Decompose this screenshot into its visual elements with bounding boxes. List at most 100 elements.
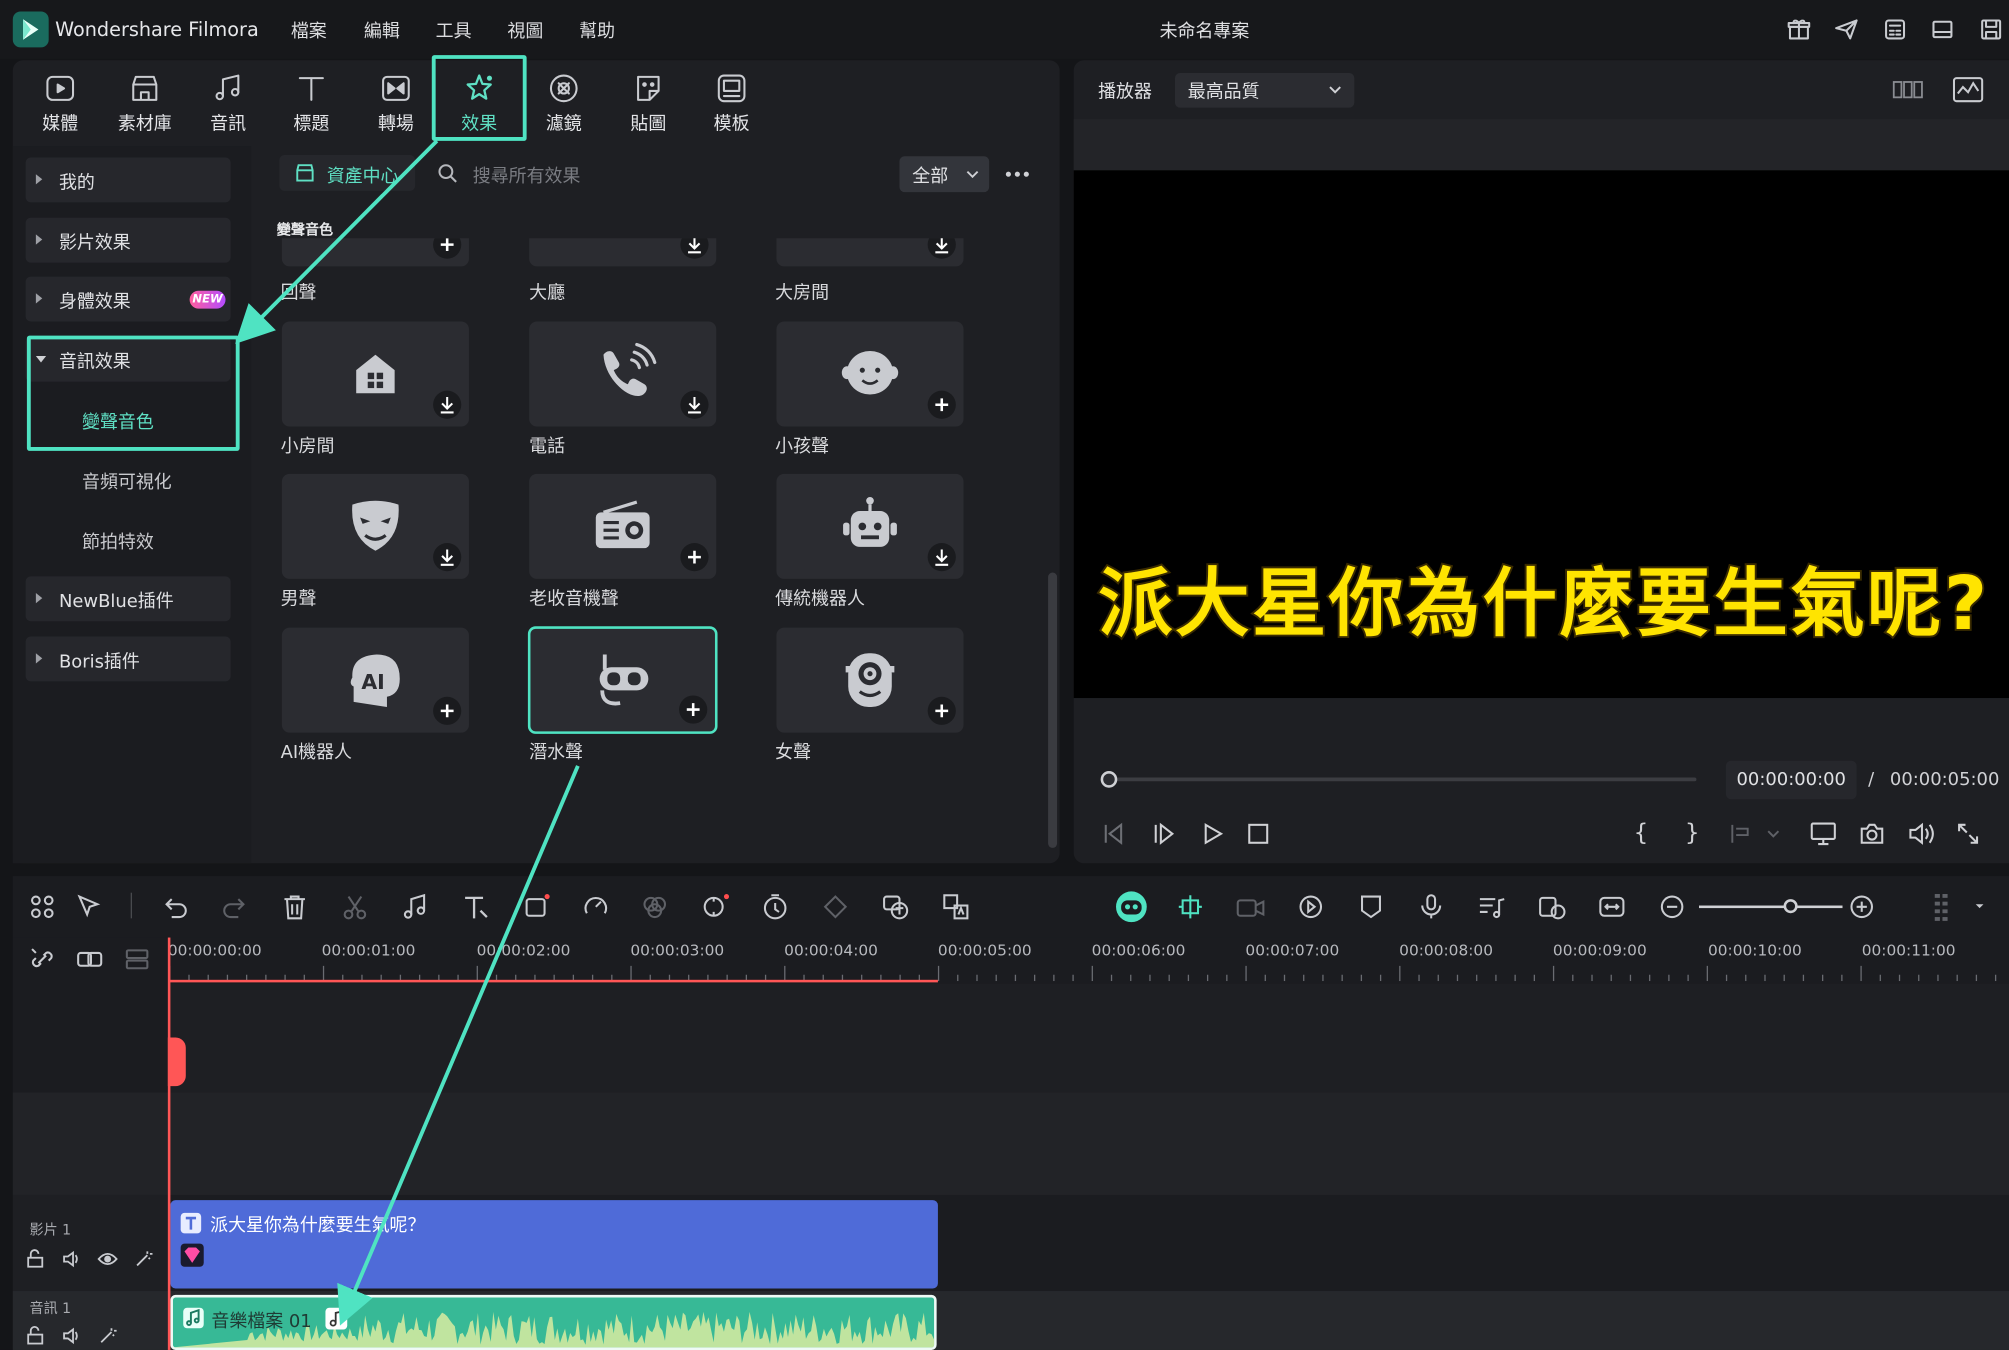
sidebar-sub-audio-visualizer[interactable]: 音頻可視化 (82, 469, 172, 495)
library-scrollbar[interactable] (1048, 572, 1058, 848)
scissors-icon[interactable] (341, 893, 369, 921)
search-input[interactable]: 搜尋所有效果 (473, 163, 581, 189)
menu-tools[interactable]: 工具 (436, 18, 472, 44)
auto-caption-icon[interactable] (882, 893, 910, 921)
audio-edit-icon[interactable] (401, 893, 429, 921)
effect-card-male[interactable] (281, 473, 469, 579)
tab-templates[interactable]: 模板 (696, 64, 768, 138)
sidebar-item-video-effects[interactable]: 影片效果 (25, 217, 231, 263)
display-settings-icon[interactable] (1809, 821, 1837, 847)
effect-card-phone[interactable] (529, 321, 717, 427)
prev-frame-icon[interactable] (1101, 821, 1127, 847)
redo-icon[interactable] (220, 893, 248, 921)
marker-shield-icon[interactable] (1357, 893, 1385, 921)
send-feedback-icon[interactable] (1834, 17, 1860, 43)
effect-card-old-radio[interactable] (529, 473, 717, 579)
more-grid-icon[interactable] (1932, 891, 1986, 922)
add-icon[interactable] (680, 543, 709, 572)
timer-icon[interactable] (761, 893, 789, 921)
asset-center-button[interactable]: 資產中心 (279, 154, 416, 191)
layout-icon[interactable] (1930, 17, 1956, 43)
ai-robot-assistant-icon[interactable] (1115, 890, 1148, 923)
add-icon[interactable] (927, 390, 956, 419)
add-icon[interactable] (433, 238, 462, 259)
link-clips-icon[interactable] (76, 945, 104, 973)
track-manage-icon[interactable] (123, 945, 151, 973)
quality-dropdown[interactable]: 最高品質 (1174, 73, 1355, 108)
volume-icon[interactable] (1907, 821, 1935, 847)
fit-timeline-icon[interactable] (1598, 893, 1626, 921)
effect-card-classic-robot[interactable] (776, 473, 964, 579)
save-icon[interactable] (1978, 17, 2004, 43)
zoom-in-icon[interactable] (1848, 893, 1876, 921)
download-icon[interactable] (680, 238, 709, 259)
playhead-handle[interactable] (167, 1037, 186, 1087)
insert-clip-icon[interactable] (1730, 822, 1781, 845)
sidebar-sub-beat-effects[interactable]: 節拍特效 (82, 529, 154, 555)
speed-icon[interactable] (582, 893, 610, 921)
tab-media[interactable]: 媒體 (24, 64, 96, 138)
menu-help[interactable]: 幫助 (579, 18, 615, 44)
tab-transitions[interactable]: 轉場 (360, 64, 432, 138)
download-icon[interactable] (433, 543, 462, 572)
crop-icon[interactable] (523, 893, 551, 921)
mark-out-icon[interactable]: } (1685, 820, 1700, 847)
add-icon[interactable] (927, 696, 956, 725)
calculator-icon[interactable] (1882, 17, 1908, 43)
current-timecode[interactable]: 00:00:00:00 (1725, 760, 1857, 800)
download-icon[interactable] (433, 390, 462, 419)
download-icon[interactable] (680, 390, 709, 419)
undo-icon[interactable] (161, 893, 189, 921)
effect-card-child[interactable] (776, 321, 964, 427)
eye-icon[interactable] (97, 1249, 118, 1269)
add-camera-track-icon[interactable] (1235, 893, 1266, 921)
delete-trash-icon[interactable] (281, 893, 309, 921)
gift-icon[interactable] (1786, 17, 1812, 43)
audio-mixer-icon[interactable] (1477, 893, 1505, 921)
speaker-icon[interactable] (62, 1249, 83, 1269)
grid-view-icon[interactable] (1892, 78, 1923, 101)
effect-card-echo[interactable] (281, 238, 469, 267)
tab-stock[interactable]: 素材庫 (109, 64, 181, 138)
sidebar-item-boris[interactable]: Boris插件 (25, 636, 231, 682)
playhead[interactable] (167, 937, 171, 1350)
sidebar-item-newblue[interactable]: NewBlue插件 (25, 576, 231, 622)
seek-bar[interactable] (1107, 777, 1697, 782)
zoom-slider-knob[interactable] (1783, 899, 1798, 914)
tab-filters[interactable]: 濾鏡 (528, 64, 600, 138)
tab-audio[interactable]: 音訊 (192, 64, 264, 138)
download-icon[interactable] (927, 238, 956, 259)
download-icon[interactable] (927, 543, 956, 572)
lock-icon[interactable] (26, 1249, 47, 1269)
effect-card-ai-robot[interactable]: AI (281, 627, 469, 733)
snap-magnet-icon[interactable] (1176, 893, 1204, 921)
select-pointer-icon[interactable] (76, 893, 104, 921)
mark-in-icon[interactable]: { (1634, 820, 1649, 847)
sidebar-item-mine[interactable]: 我的 (25, 157, 231, 203)
ai-tool-icon[interactable] (701, 893, 730, 921)
fullscreen-icon[interactable] (1957, 822, 1980, 845)
unlink-icon[interactable] (28, 945, 56, 973)
magic-wand-icon[interactable] (133, 1249, 154, 1269)
effect-card-female[interactable] (776, 627, 964, 733)
text-tool-icon[interactable] (461, 893, 489, 921)
tab-titles[interactable]: 標題 (275, 64, 347, 138)
render-preview-icon[interactable] (1297, 893, 1325, 921)
play-icon[interactable] (1199, 821, 1225, 847)
zoom-slider[interactable] (1699, 905, 1843, 909)
effect-card-big-room[interactable] (776, 238, 964, 267)
layout-grid-icon[interactable] (28, 893, 56, 921)
lock-icon[interactable] (26, 1326, 47, 1346)
zoom-out-icon[interactable] (1658, 893, 1686, 921)
effect-card-small-room[interactable] (281, 321, 469, 427)
waveform-scope-icon[interactable] (1952, 76, 1984, 104)
microphone-icon[interactable] (1417, 893, 1445, 921)
more-options-icon[interactable] (1005, 170, 1031, 178)
stop-icon[interactable] (1247, 822, 1270, 845)
snapshot-camera-icon[interactable] (1859, 821, 1885, 847)
menu-edit[interactable]: 編輯 (364, 18, 400, 44)
add-icon[interactable] (433, 696, 462, 725)
keyframe-icon[interactable] (821, 893, 849, 921)
menu-view[interactable]: 視圖 (507, 18, 543, 44)
next-frame-icon[interactable] (1151, 821, 1177, 847)
